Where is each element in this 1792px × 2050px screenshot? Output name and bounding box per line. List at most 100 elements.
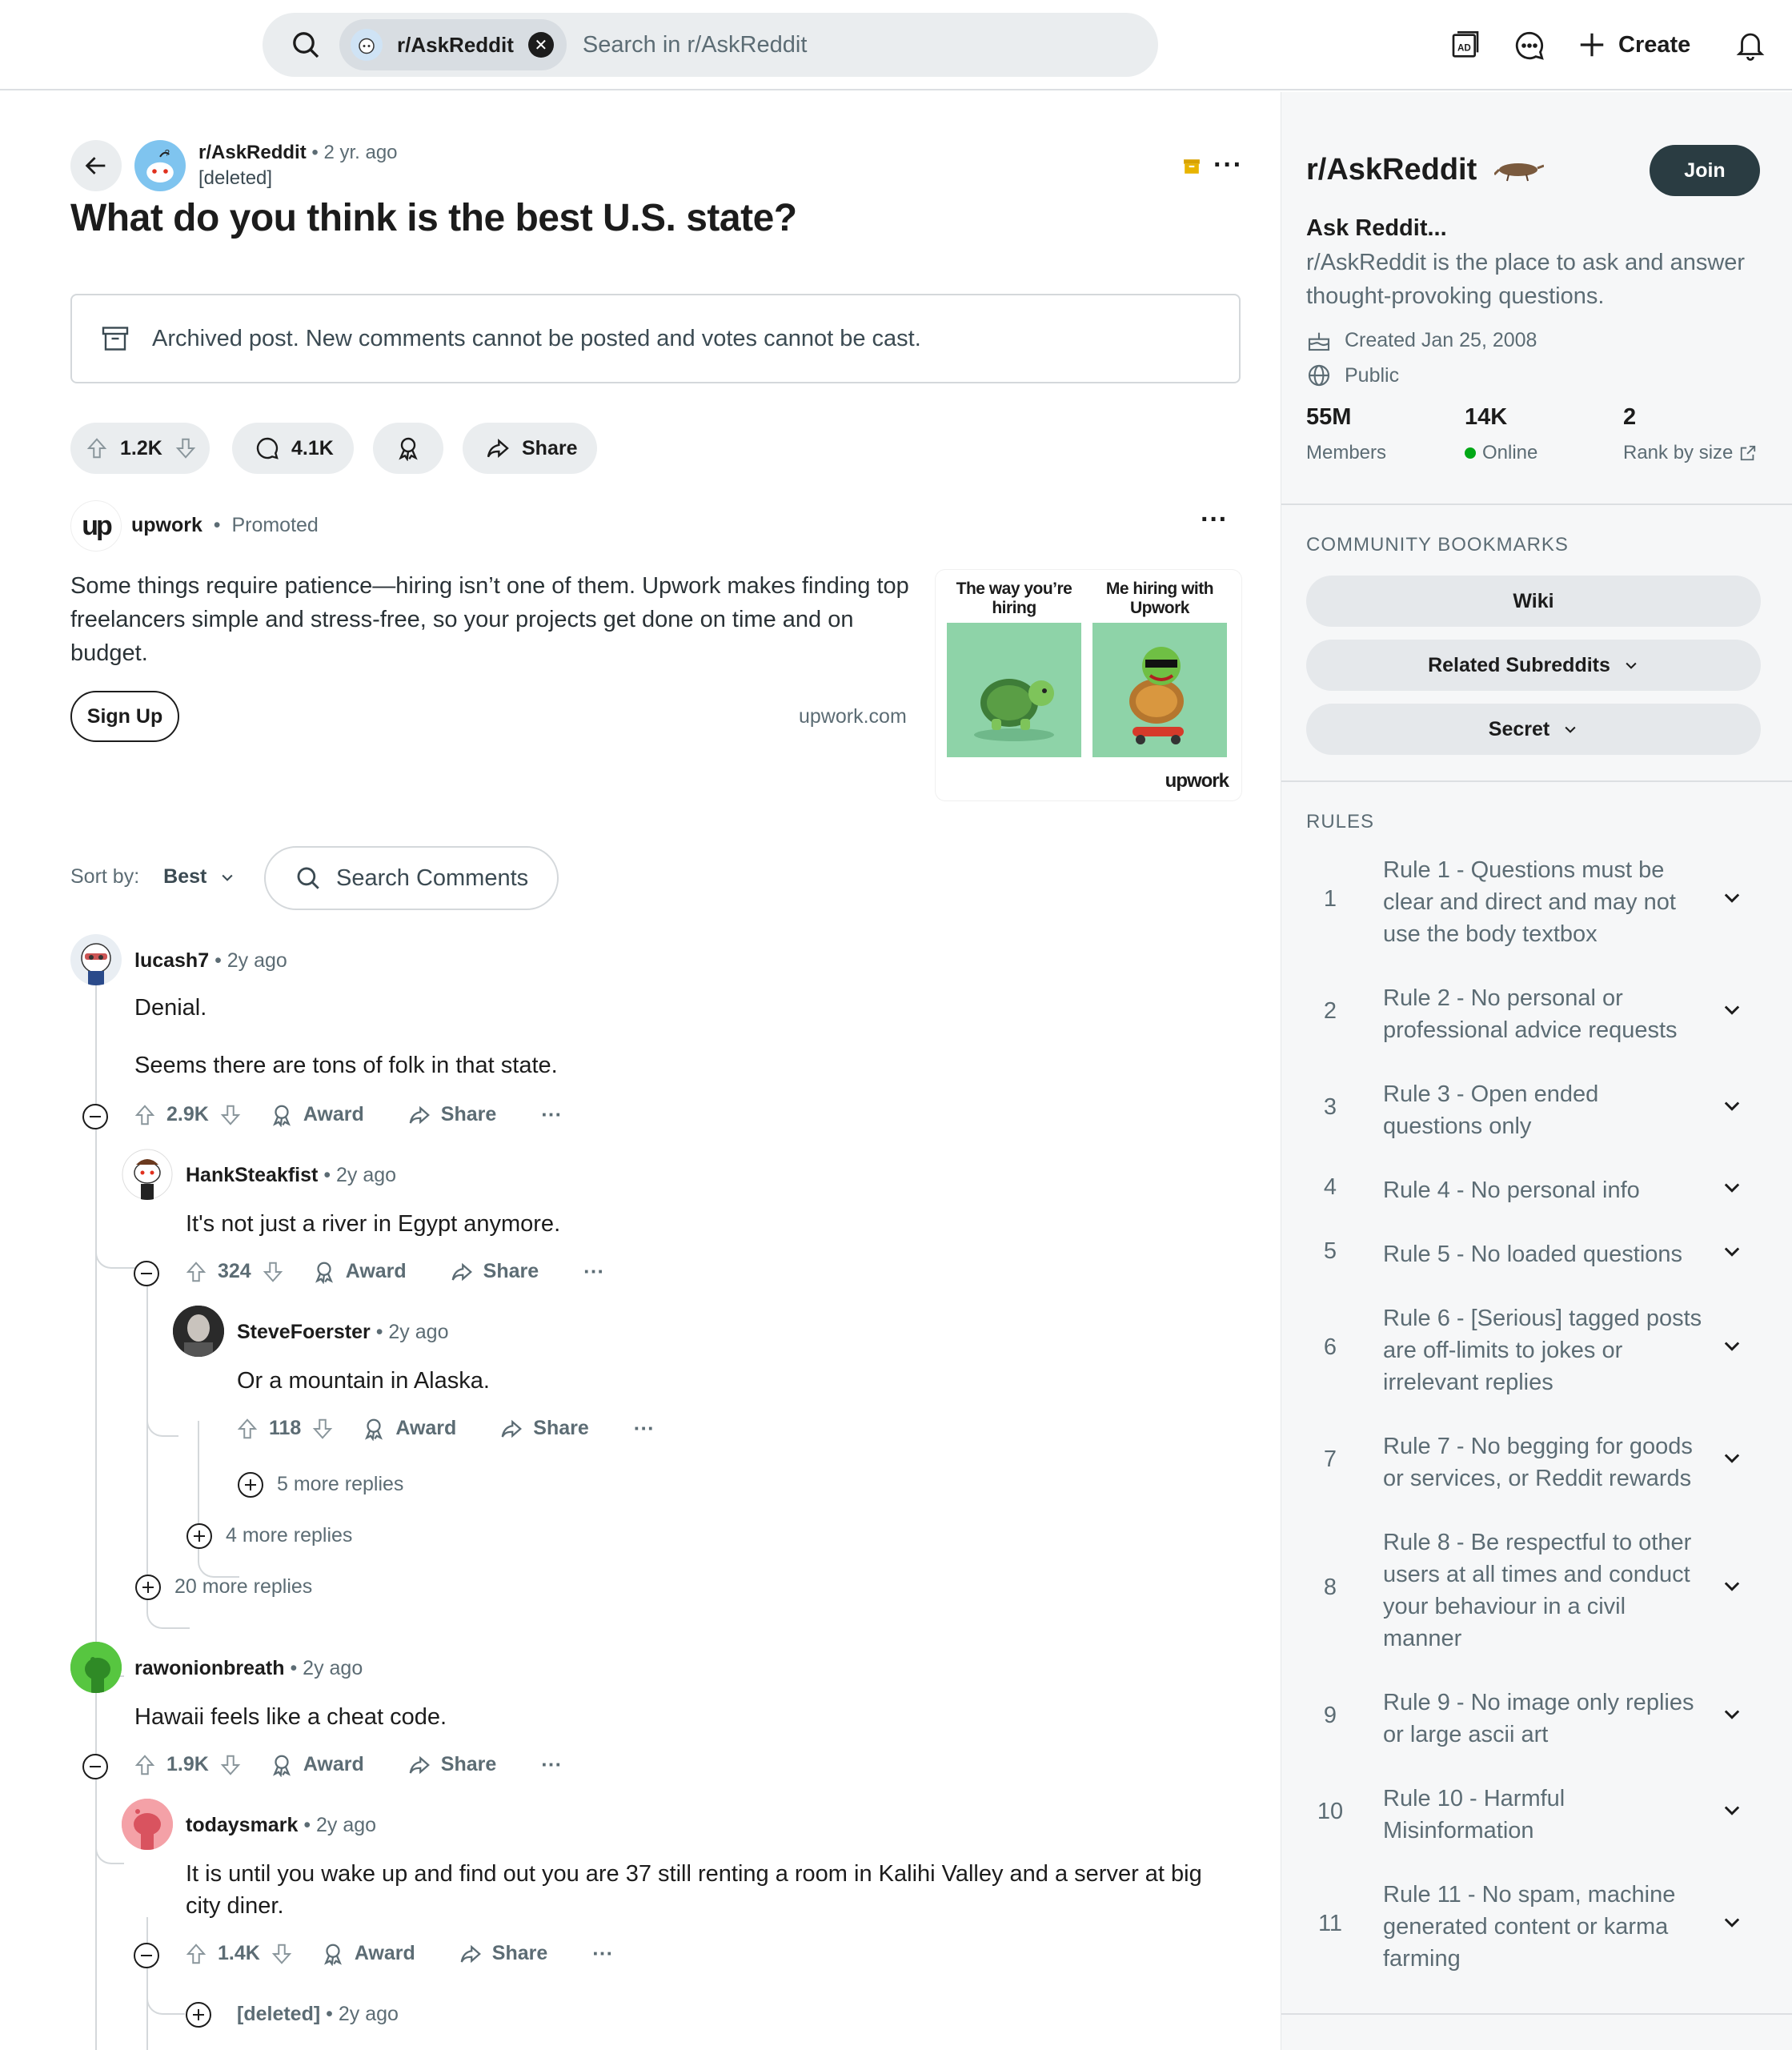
more-replies-link[interactable]: 5 more replies — [277, 1473, 403, 1496]
rank-stat[interactable]: 2 Rank by size — [1623, 404, 1757, 464]
comment-search-input[interactable]: Search Comments — [264, 846, 559, 910]
user-avatar[interactable] — [173, 1306, 224, 1357]
comment-more-options-icon[interactable]: ··· — [541, 1102, 562, 1127]
collapse-thread-button[interactable] — [82, 1754, 108, 1779]
comment-author: [deleted] — [237, 2003, 321, 2025]
expand-replies-icon[interactable] — [186, 1523, 212, 1549]
comments-button[interactable]: 4.1K — [232, 423, 354, 474]
award-button[interactable]: Award — [321, 1942, 415, 1966]
ad-more-options-icon[interactable]: ··· — [1201, 504, 1228, 536]
ad-brand-wordmark: upwork — [1165, 770, 1229, 792]
cake-icon — [1308, 332, 1330, 351]
comment-more-options-icon[interactable]: ··· — [583, 1259, 604, 1284]
upvote-icon[interactable] — [184, 1260, 208, 1284]
ad-signup-button[interactable]: Sign Up — [70, 691, 179, 742]
post-more-options-icon[interactable]: ··· — [1213, 150, 1243, 181]
clear-chip-icon[interactable]: ✕ — [527, 32, 554, 58]
more-replies-link[interactable]: 4 more replies — [226, 1524, 352, 1547]
bookmark-secret-button[interactable]: Secret — [1306, 704, 1761, 755]
archived-notice: Archived post. New comments cannot be po… — [70, 294, 1241, 383]
rule-item[interactable]: 10 Rule 10 - Harmful Misinformation — [1306, 1783, 1770, 1847]
collapse-thread-button[interactable] — [134, 1261, 159, 1286]
bookmark-related-subreddits-button[interactable]: Related Subreddits — [1306, 640, 1761, 691]
comment-more-options-icon[interactable]: ··· — [634, 1416, 655, 1441]
comment-more-options-icon[interactable]: ··· — [541, 1752, 562, 1777]
user-avatar[interactable] — [70, 934, 122, 985]
award-button[interactable]: Award — [270, 1103, 364, 1127]
search-bar[interactable]: r/AskReddit ✕ Search in r/AskReddit — [263, 13, 1158, 77]
rule-item[interactable]: 6 Rule 6 - [Serious] tagged posts are of… — [1306, 1302, 1770, 1398]
expand-replies-icon[interactable] — [238, 1472, 263, 1498]
share-button[interactable]: Share — [499, 1417, 589, 1441]
share-label: Share — [522, 436, 578, 459]
downvote-icon[interactable] — [270, 1942, 294, 1966]
award-button[interactable]: Award — [312, 1260, 407, 1284]
comment-author[interactable]: lucash7 — [134, 949, 209, 972]
rule-item[interactable]: 1 Rule 1 - Questions must be clear and d… — [1306, 854, 1770, 950]
rule-item[interactable]: 7 Rule 7 - No begging for goods or servi… — [1306, 1430, 1770, 1494]
community-title[interactable]: r/AskReddit — [1306, 153, 1477, 187]
upvote-icon[interactable] — [85, 436, 109, 460]
ad-domain[interactable]: upwork.com — [799, 705, 907, 728]
share-button[interactable]: Share — [407, 1103, 496, 1127]
subreddit-filter-chip[interactable]: r/AskReddit ✕ — [339, 19, 567, 70]
community-created: Created Jan 25, 2008 — [1306, 327, 1537, 353]
downvote-icon[interactable] — [218, 1753, 243, 1777]
rule-item[interactable]: 9 Rule 9 - No image only replies or larg… — [1306, 1687, 1770, 1751]
award-button[interactable]: Award — [362, 1417, 456, 1441]
expand-comment-icon[interactable] — [186, 2002, 211, 2028]
award-button[interactable]: Award — [270, 1753, 364, 1777]
downvote-icon[interactable] — [218, 1103, 243, 1127]
chevron-down-icon — [1626, 662, 1637, 669]
expand-replies-icon[interactable] — [135, 1575, 161, 1600]
share-button[interactable]: Share — [459, 1942, 547, 1966]
share-button[interactable]: Share — [463, 423, 597, 474]
upvote-icon[interactable] — [235, 1417, 259, 1441]
comment-author[interactable]: SteveFoerster — [237, 1321, 371, 1343]
comment-more-options-icon[interactable]: ··· — [592, 1941, 613, 1966]
community-mascot-icon — [1494, 162, 1545, 181]
award-icon — [323, 1944, 342, 1966]
chevron-down-icon — [1724, 1005, 1740, 1015]
advertise-icon[interactable]: AD — [1444, 24, 1487, 67]
downvote-icon[interactable] — [174, 436, 198, 460]
upvote-icon[interactable] — [133, 1753, 157, 1777]
award-button[interactable] — [373, 423, 443, 474]
sort-dropdown[interactable]: Best — [163, 865, 235, 889]
ad-image[interactable]: The way you’re hiring Me hiring with Upw… — [936, 570, 1241, 800]
downvote-icon[interactable] — [311, 1417, 335, 1441]
thread-line — [95, 1693, 97, 2050]
comment-author[interactable]: HankSteakfist — [186, 1164, 318, 1186]
rule-item[interactable]: 4 Rule 4 - No personal info — [1306, 1174, 1770, 1206]
downvote-icon[interactable] — [261, 1260, 285, 1284]
upwork-logo[interactable]: up — [70, 500, 122, 552]
share-icon — [451, 1262, 472, 1281]
subreddit-avatar[interactable]: ? — [134, 140, 186, 191]
share-button[interactable]: Share — [450, 1260, 539, 1284]
back-button[interactable] — [70, 140, 122, 191]
user-avatar[interactable] — [70, 1642, 122, 1693]
user-avatar[interactable] — [122, 1149, 173, 1200]
rule-item[interactable]: 5 Rule 5 - No loaded questions — [1306, 1238, 1770, 1270]
post-subreddit-link[interactable]: r/AskReddit — [198, 142, 307, 163]
share-button[interactable]: Share — [407, 1753, 496, 1777]
chat-icon[interactable] — [1508, 24, 1551, 67]
user-avatar[interactable] — [122, 1799, 173, 1850]
upvote-icon[interactable] — [133, 1103, 157, 1127]
join-button[interactable]: Join — [1650, 145, 1760, 196]
notification-bell-icon[interactable] — [1729, 24, 1772, 67]
rule-item[interactable]: 11 Rule 11 - No spam, machine generated … — [1306, 1879, 1770, 1975]
create-button[interactable]: Create — [1577, 21, 1690, 69]
ad-advertiser[interactable]: upwork — [131, 514, 202, 536]
collapse-thread-button[interactable] — [82, 1104, 108, 1129]
comment-actions: 1.4K Award Share ··· — [184, 1941, 613, 1966]
rule-item[interactable]: 8 Rule 8 - Be respectful to other users … — [1306, 1526, 1770, 1655]
comment-author[interactable]: rawonionbreath — [134, 1657, 285, 1679]
bookmark-wiki-button[interactable]: Wiki — [1306, 576, 1761, 627]
rule-item[interactable]: 3 Rule 3 - Open ended questions only — [1306, 1078, 1770, 1142]
upvote-icon[interactable] — [184, 1942, 208, 1966]
collapse-thread-button[interactable] — [134, 1943, 159, 1968]
rule-item[interactable]: 2 Rule 2 - No personal or professional a… — [1306, 982, 1770, 1046]
more-replies-link[interactable]: 20 more replies — [174, 1575, 312, 1599]
comment-author[interactable]: todaysmark — [186, 1814, 298, 1836]
